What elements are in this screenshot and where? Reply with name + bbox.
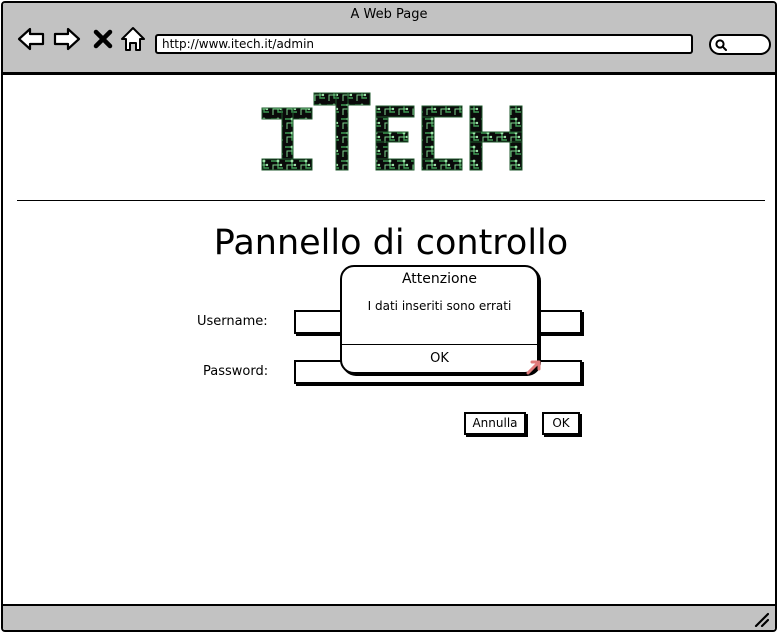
cursor-icon xyxy=(526,360,541,375)
home-icon[interactable] xyxy=(119,25,147,53)
alert-dialog: Attenzione I dati inseriti sono errati O… xyxy=(340,265,539,374)
search-icon xyxy=(715,39,727,51)
dialog-ok-button[interactable]: OK xyxy=(342,351,537,366)
dialog-title: Attenzione xyxy=(401,271,478,287)
back-arrow-icon[interactable] xyxy=(17,25,45,53)
dialog-message: I dati inseriti sono errati xyxy=(367,299,512,313)
password-label: Password: xyxy=(203,364,269,379)
resize-grip-icon[interactable] xyxy=(753,611,769,627)
cancel-button[interactable]: Annulla xyxy=(464,412,526,435)
ok-button[interactable]: OK xyxy=(542,412,580,435)
dialog-divider xyxy=(342,344,537,345)
browser-search-input[interactable] xyxy=(709,34,771,55)
stop-icon[interactable] xyxy=(91,25,115,53)
window-title: A Web Page xyxy=(350,7,428,22)
forward-arrow-icon[interactable] xyxy=(53,25,81,53)
status-bar xyxy=(3,604,775,630)
header-divider xyxy=(17,200,765,201)
browser-toolbar: A Web Page http://www.itech.it/admin xyxy=(3,3,775,75)
page-title: Pannello di controllo xyxy=(213,223,569,263)
username-label: Username: xyxy=(197,314,268,329)
itech-logo xyxy=(261,92,523,171)
url-input[interactable]: http://www.itech.it/admin xyxy=(155,34,693,54)
browser-window: A Web Page http://www.itech.it/admin Pan… xyxy=(1,1,777,632)
